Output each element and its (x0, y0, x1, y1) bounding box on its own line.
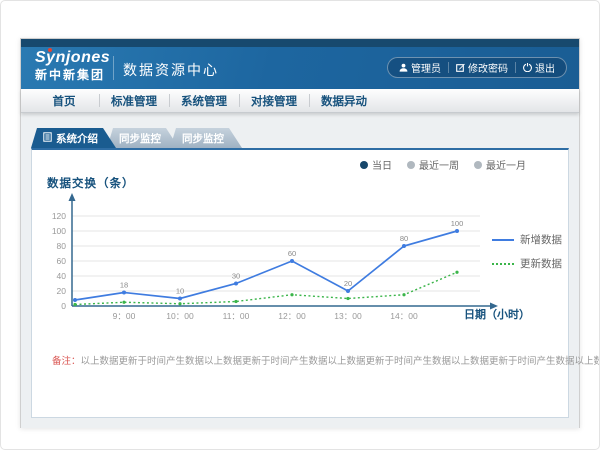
svg-text:12：00: 12：00 (278, 311, 306, 321)
user-menu-admin-label: 管理员 (411, 60, 441, 75)
user-icon (399, 63, 408, 72)
tab-sync-monitor-1-label: 同步监控 (119, 131, 161, 146)
svg-text:13：00: 13：00 (334, 311, 362, 321)
filter-last-week[interactable]: 最近一周 (407, 157, 459, 172)
svg-text:100: 100 (52, 226, 66, 236)
document-icon (43, 132, 52, 145)
svg-text:80: 80 (400, 234, 408, 243)
nav-item-system-management[interactable]: 系统管理 (169, 89, 239, 112)
legend-new-data-label: 新增数据 (520, 232, 562, 247)
nav-item-interface-management[interactable]: 对接管理 (239, 89, 309, 112)
footnote-prefix: 备注： (52, 356, 81, 367)
nav-item-data-change[interactable]: 数据异动 (309, 89, 379, 112)
legend-item-update-data[interactable]: 更新数据 (492, 256, 562, 271)
line-chart: 0 20 40 60 80 100 120 9：00 10：00 11：00 12：00 13：00 1… (42, 188, 522, 328)
solid-line-icon (492, 239, 514, 241)
logo-red-dot-icon (48, 48, 52, 52)
time-range-filters: 当日 最近一周 最近一月 (360, 157, 526, 172)
user-menu-logout-label: 退出 (535, 60, 555, 75)
user-menu-logout[interactable]: 退出 (523, 60, 555, 75)
logo-text: Synjones (35, 50, 110, 66)
user-menu-change-password-label: 修改密码 (468, 60, 508, 75)
x-axis-title: 日期（小时） (464, 306, 530, 322)
svg-text:14：00: 14：00 (390, 311, 418, 321)
svg-text:30: 30 (232, 272, 240, 281)
svg-text:20: 20 (57, 286, 67, 296)
main-nav: 首页 标准管理 系统管理 对接管理 数据异动 (21, 89, 579, 113)
logo: Synjones 新中新集团 (35, 50, 110, 81)
radio-icon (407, 161, 415, 169)
svg-text:100: 100 (451, 219, 464, 228)
legend-item-new-data[interactable]: 新增数据 (492, 232, 562, 247)
filter-today-label: 当日 (372, 157, 392, 172)
page-title: 数据资源中心 (123, 60, 219, 80)
tab-sync-monitor-1[interactable]: 同步监控 (107, 128, 179, 148)
filter-last-week-label: 最近一周 (419, 157, 459, 172)
tab-system-intro-label: 系统介绍 (56, 131, 98, 146)
legend-update-data-label: 更新数据 (520, 256, 562, 271)
series-legend: 新增数据 更新数据 (492, 232, 562, 271)
radio-selected-icon (360, 161, 368, 169)
radio-icon (474, 161, 482, 169)
footnote: 备注：以上数据更新于时间产生数据以上数据更新于时间产生数据以上数据更新于时间产生… (32, 353, 568, 367)
header-divider (113, 56, 114, 80)
tab-sync-monitor-2-label: 同步监控 (182, 131, 224, 146)
footnote-text: 以上数据更新于时间产生数据以上数据更新于时间产生数据以上数据更新于时间产生数据以… (81, 356, 600, 367)
svg-text:11：00: 11：00 (223, 311, 250, 321)
svg-text:80: 80 (57, 241, 67, 251)
header-top-strip (21, 39, 579, 47)
power-icon (523, 63, 532, 72)
nav-item-standard-management[interactable]: 标准管理 (99, 89, 169, 112)
svg-text:18: 18 (120, 281, 128, 290)
filter-last-month[interactable]: 最近一月 (474, 157, 526, 172)
svg-text:60: 60 (57, 256, 67, 266)
svg-text:40: 40 (57, 271, 67, 281)
dotted-line-icon (492, 263, 514, 265)
content-area: 系统介绍 同步监控 同步监控 当日 最近一周 (21, 113, 579, 428)
filter-last-month-label: 最近一月 (486, 157, 526, 172)
edit-icon (456, 63, 465, 72)
filter-today[interactable]: 当日 (360, 157, 392, 172)
user-menu-admin[interactable]: 管理员 (399, 60, 441, 75)
nav-item-home[interactable]: 首页 (29, 89, 99, 112)
tab-sync-monitor-2[interactable]: 同步监控 (170, 128, 242, 148)
user-menu-separator (448, 62, 449, 73)
header: Synjones 新中新集团 数据资源中心 管理员 修改密码 (21, 47, 579, 89)
svg-text:60: 60 (288, 249, 296, 258)
svg-text:10: 10 (176, 287, 184, 296)
svg-text:10：00: 10：00 (166, 311, 194, 321)
svg-text:0: 0 (61, 301, 66, 311)
chart-panel: 当日 最近一周 最近一月 数据交换（条） 0204060801001209：00… (31, 148, 569, 418)
tab-system-intro[interactable]: 系统介绍 (31, 128, 116, 148)
svg-text:20: 20 (344, 279, 352, 288)
svg-text:120: 120 (52, 211, 66, 221)
user-menu: 管理员 修改密码 退出 (387, 57, 567, 78)
user-menu-change-password[interactable]: 修改密码 (456, 60, 508, 75)
logo-subtitle: 新中新集团 (35, 69, 110, 81)
tab-bar: 系统介绍 同步监控 同步监控 (31, 128, 233, 148)
user-menu-separator (515, 62, 516, 73)
app-window: Synjones 新中新集团 数据资源中心 管理员 修改密码 (20, 38, 580, 428)
svg-text:9：00: 9：00 (113, 311, 136, 321)
